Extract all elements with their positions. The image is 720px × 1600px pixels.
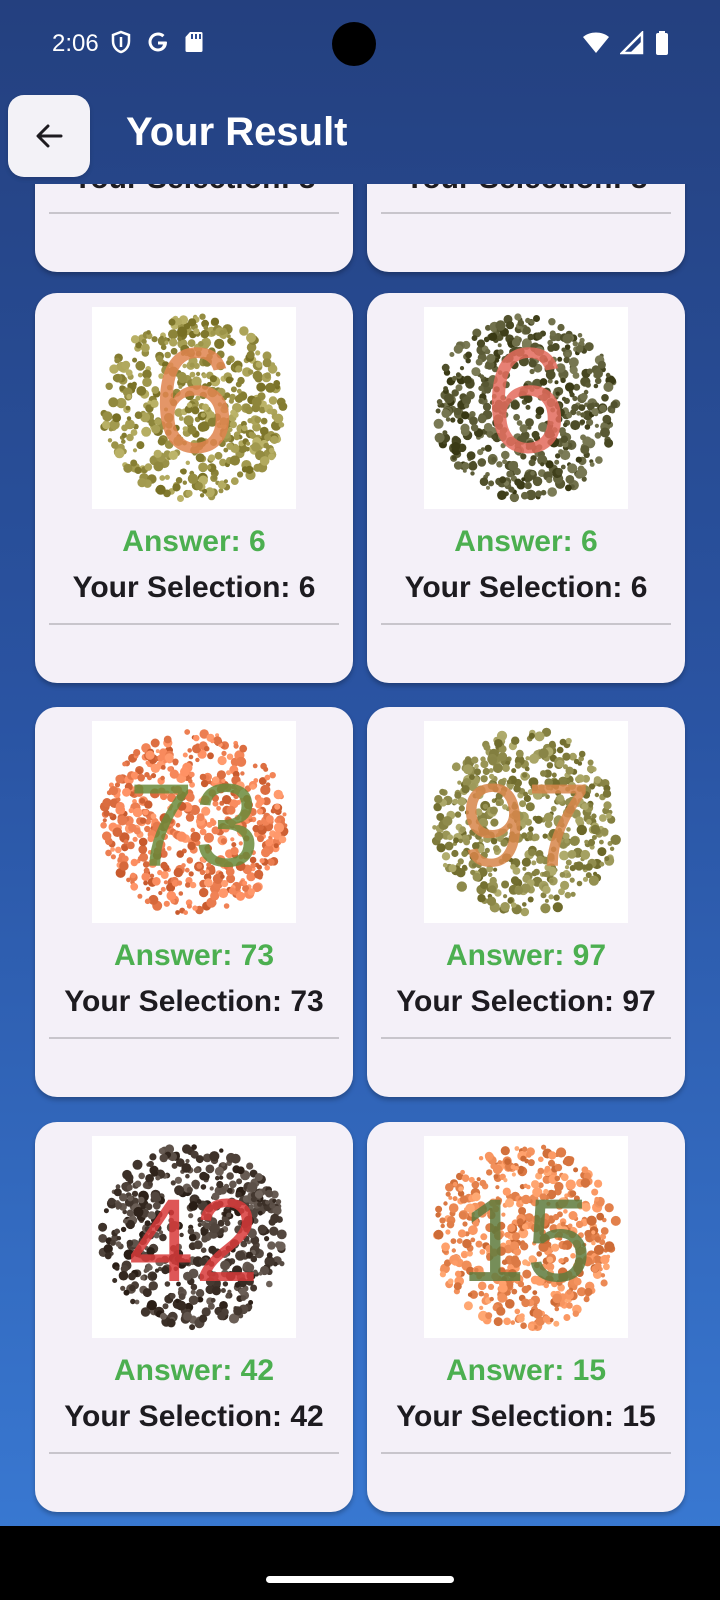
card-divider xyxy=(381,1452,671,1454)
answer-text: Answer: 6 xyxy=(122,525,266,558)
answer-text: Answer: 6 xyxy=(454,525,598,558)
card-divider xyxy=(381,623,671,625)
result-card[interactable]: Your Selection: 8 xyxy=(35,184,353,272)
google-icon xyxy=(148,32,167,52)
plate-digits: 73 xyxy=(128,760,259,892)
card-divider xyxy=(381,212,671,214)
card-divider xyxy=(49,1452,339,1454)
selection-text: Your Selection: 6 xyxy=(72,571,316,604)
page-title: Your Result xyxy=(126,110,348,154)
result-card[interactable]: 15 Answer: 15 Your Selection: 15 xyxy=(367,1122,685,1512)
card-divider xyxy=(381,1037,671,1039)
ishihara-plate-image: 6 xyxy=(92,307,296,509)
card-divider xyxy=(49,1037,339,1039)
sd-card-icon xyxy=(185,32,203,52)
selection-text: Your Selection: 73 xyxy=(64,985,324,1018)
selection-text: Your Selection: 97 xyxy=(396,985,656,1018)
ishihara-plate-image: 42 xyxy=(92,1136,296,1338)
ishihara-plate-image: 97 xyxy=(424,721,628,923)
ishihara-plate-image: 6 xyxy=(424,307,628,509)
arrow-back-icon xyxy=(36,124,63,148)
shield-icon xyxy=(111,30,131,54)
result-card[interactable]: 42 Answer: 42 Your Selection: 42 xyxy=(35,1122,353,1512)
status-icons-left xyxy=(110,30,204,54)
plate-digits: 6 xyxy=(484,316,567,484)
result-card[interactable]: 6 Answer: 6 Your Selection: 6 xyxy=(35,293,353,683)
answer-text: Answer: 42 xyxy=(113,1354,275,1387)
battery-icon xyxy=(656,31,668,55)
selection-text: Your Selection: 6 xyxy=(404,571,648,604)
result-card[interactable]: 97 Answer: 97 Your Selection: 97 xyxy=(367,707,685,1097)
card-divider xyxy=(49,623,339,625)
selection-text: Your Selection: 42 xyxy=(64,1400,324,1433)
wifi-icon xyxy=(583,32,609,53)
card-divider xyxy=(49,212,339,214)
status-time: 2:06 xyxy=(52,30,99,57)
plate-digits: 97 xyxy=(460,760,591,892)
plate-digits: 42 xyxy=(128,1175,259,1307)
camera-cutout xyxy=(332,22,376,66)
selection-text: Your Selection: 8 xyxy=(35,184,353,196)
status-bar: 2:06 xyxy=(0,0,720,90)
plate-digits: 15 xyxy=(460,1175,591,1307)
answer-text: Answer: 73 xyxy=(113,939,275,972)
ishihara-plate-image: 73 xyxy=(92,721,296,923)
result-card[interactable]: 73 Answer: 73 Your Selection: 73 xyxy=(35,707,353,1097)
selection-text: Your Selection: 8 xyxy=(367,184,685,196)
navigation-bar xyxy=(0,1526,720,1600)
result-card[interactable]: Your Selection: 8 xyxy=(367,184,685,272)
plate-digits: 6 xyxy=(152,316,235,484)
answer-text: Answer: 97 xyxy=(445,939,607,972)
results-grid[interactable]: Your Selection: 8 Your Selection: 8 6 An… xyxy=(0,184,720,1524)
app-bar: Your Result xyxy=(0,92,720,182)
selection-text: Your Selection: 15 xyxy=(396,1400,656,1433)
signal-icon xyxy=(620,31,644,55)
status-icons-right xyxy=(582,30,670,56)
result-card[interactable]: 6 Answer: 6 Your Selection: 6 xyxy=(367,293,685,683)
back-button[interactable] xyxy=(8,95,90,177)
home-indicator[interactable] xyxy=(266,1576,454,1583)
ishihara-plate-image: 15 xyxy=(424,1136,628,1338)
answer-text: Answer: 15 xyxy=(445,1354,607,1387)
